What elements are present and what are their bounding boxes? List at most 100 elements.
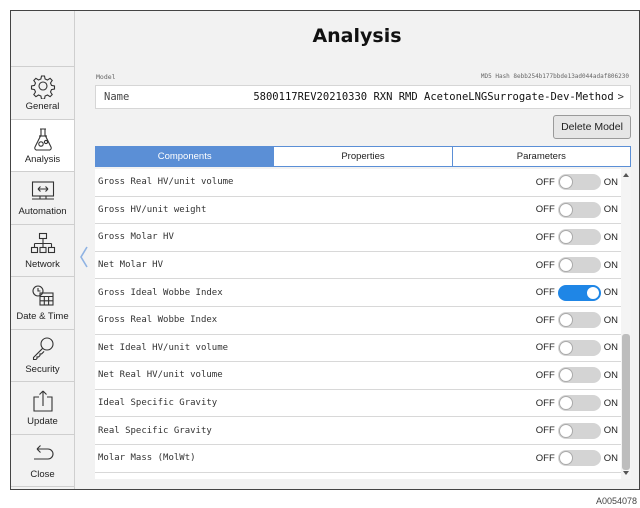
row-label: Gross Molar HV [98, 232, 174, 243]
list-item: Gross Ideal Wobbe Index OFF ON [95, 279, 631, 307]
toggle-off-label: OFF [535, 369, 555, 381]
main-panel: Analysis Model MD5 Hash 8ebb254b177bbde1… [75, 11, 639, 489]
model-name-row[interactable]: Name 5800117REV20210330 RXN RMD AcetoneL… [95, 85, 631, 109]
toggle-off-label: OFF [535, 342, 555, 354]
toggle-on-label: ON [603, 452, 618, 464]
sidebar-item-date-time[interactable]: Date & Time [11, 277, 74, 330]
key-icon [32, 337, 54, 360]
app-window: General Analysis Automation Network Date… [10, 10, 640, 490]
calendar-clock-icon [31, 285, 54, 306]
sidebar-header [11, 11, 74, 67]
toggle-on-label: ON [603, 369, 618, 381]
toggle-track[interactable] [557, 395, 601, 412]
figure-code: A0054078 [596, 496, 638, 506]
sidebar-item-label: Security [25, 363, 60, 375]
row-label: Net Ideal HV/unit volume [98, 342, 229, 353]
list-item: Net Molar HV OFF ON [95, 252, 631, 280]
toggle-off-label: OFF [535, 397, 555, 409]
sidebar-item-label: Date & Time [16, 311, 69, 323]
toggle-on-label: ON [603, 342, 618, 354]
scrollbar-thumb[interactable] [622, 334, 630, 470]
tab-components[interactable]: Components [96, 147, 275, 166]
toggle-on-label: ON [603, 259, 618, 271]
toggle-on-label: ON [603, 204, 618, 216]
toggle-off-label: OFF [535, 287, 555, 299]
list-item: Gross Real Wobbe Index OFF ON [95, 307, 631, 335]
toggle-switch: OFF ON [535, 284, 618, 301]
scroll-up-arrow[interactable] [623, 173, 629, 177]
toggle-track[interactable] [557, 367, 601, 384]
tab-properties[interactable]: Properties [274, 147, 453, 166]
toggle-off-label: OFF [535, 452, 555, 464]
toggle-switch: OFF ON [535, 229, 618, 246]
toggle-on-label: ON [603, 425, 618, 437]
row-label: Ideal Specific Gravity [98, 398, 218, 409]
toggle-track[interactable] [557, 312, 601, 329]
list-item: Molar Mass (MolWt) OFF ON [95, 445, 631, 473]
toggle-track[interactable] [557, 174, 601, 191]
delete-model-button[interactable]: Delete Model [553, 115, 631, 139]
row-label: Net Molar HV [98, 260, 164, 271]
row-label: Gross Real Wobbe Index [98, 315, 218, 326]
toggle-off-label: OFF [535, 314, 555, 326]
toggle-track[interactable] [557, 422, 601, 439]
toggle-switch: OFF ON [535, 367, 618, 384]
toggle-switch: OFF ON [536, 422, 618, 439]
toggle-switch: OFF ON [535, 450, 618, 467]
sidebar-item-update[interactable]: Update [11, 382, 74, 435]
toggle-on-label: ON [603, 397, 618, 409]
sidebar-item-label: Automation [18, 206, 67, 218]
row-label: Molar Mass (MolWt) [98, 453, 196, 464]
sidebar-item-close[interactable]: Close [11, 435, 74, 487]
model-name-value: 5800117REV20210330 RXN RMD AcetoneLNGSur… [253, 91, 614, 103]
toggle-knob [558, 423, 573, 438]
scrollbar[interactable] [621, 169, 631, 479]
sidebar-item-analysis[interactable]: Analysis [11, 119, 74, 172]
row-label: Gross Ideal Wobbe Index [98, 287, 223, 298]
gear-icon [30, 75, 55, 100]
toggle-on-label: ON [603, 287, 618, 299]
row-label: Gross HV/unit weight [98, 204, 207, 215]
toggle-track[interactable] [557, 201, 601, 218]
sidebar-item-general[interactable]: General [11, 67, 74, 120]
toggle-off-label: OFF [535, 231, 555, 243]
tab-parameters[interactable]: Parameters [452, 147, 630, 166]
toggle-switch: OFF ON [536, 174, 618, 191]
toggle-on-label: ON [603, 314, 618, 326]
network-icon [30, 232, 55, 253]
sidebar-item-network[interactable]: Network [11, 225, 74, 277]
toggle-knob [558, 368, 573, 383]
toggle-track[interactable] [557, 257, 601, 274]
toggle-off-label: OFF [535, 204, 555, 216]
sidebar-item-label: Close [30, 468, 55, 480]
row-label: Gross Real HV/unit volume [98, 177, 234, 188]
toggle-switch: OFF ON [535, 312, 618, 329]
toggle-knob [558, 396, 573, 411]
return-arrow-icon [33, 444, 53, 460]
toggle-off-label: OFF [535, 259, 555, 271]
toggle-switch: OFF ON [535, 395, 618, 412]
list-item: Real Specific Gravity OFF ON [95, 417, 631, 445]
toggle-knob [558, 202, 573, 217]
flask-gears-icon [33, 128, 52, 151]
sidebar-item-automation[interactable]: Automation [11, 172, 74, 225]
toggle-knob [585, 285, 600, 300]
model-label: Model [96, 73, 116, 81]
sidebar-item-security[interactable]: Security [11, 330, 74, 382]
toggle-track[interactable] [557, 450, 601, 467]
sidebar: General Analysis Automation Network Date… [11, 11, 75, 489]
sidebar-item-label: Analysis [24, 153, 61, 165]
toggle-track[interactable] [557, 229, 601, 246]
list-item: Ideal Specific Gravity OFF ON [95, 390, 631, 418]
toggle-knob [558, 258, 573, 273]
toggle-track[interactable] [557, 339, 601, 356]
list-item: Gross HV/unit weight OFF ON [95, 197, 631, 225]
list-item: Net Ideal HV/unit volume OFF ON [95, 335, 631, 363]
list-item: Gross Real HV/unit volume OFF ON [95, 169, 631, 197]
upload-icon [32, 390, 53, 412]
toggle-switch: OFF ON [535, 201, 618, 218]
toggle-track[interactable] [557, 284, 601, 301]
scroll-down-arrow[interactable] [623, 471, 629, 475]
sidebar-item-label: Network [25, 258, 60, 270]
toggle-knob [558, 451, 573, 466]
